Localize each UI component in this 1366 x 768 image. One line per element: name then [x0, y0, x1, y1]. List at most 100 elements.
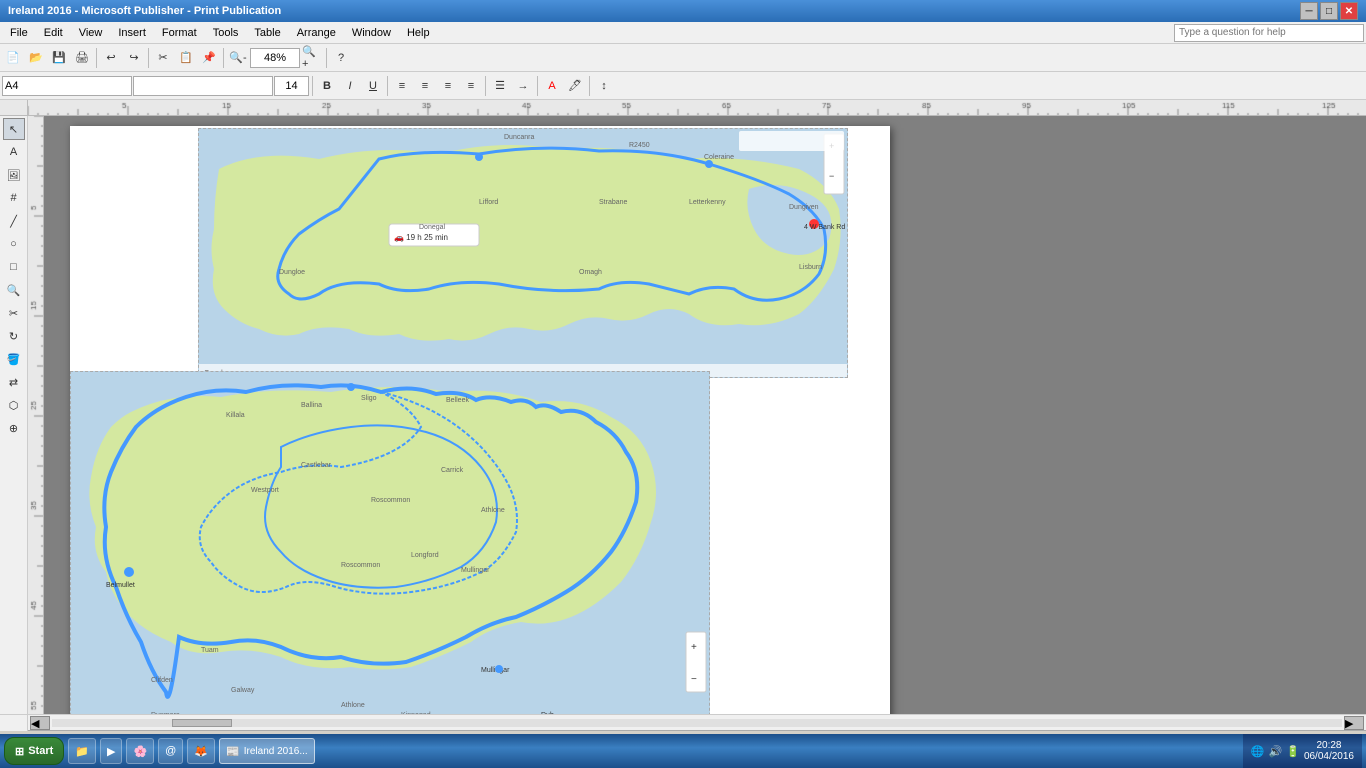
zoom-input[interactable]: 48% [250, 48, 300, 68]
taskbar-publisher-active[interactable]: 📰 Ireland 2016... [219, 738, 315, 764]
taskbar-media[interactable]: ▶ [100, 738, 122, 764]
h-scroll-left[interactable]: ◀ [30, 716, 50, 730]
fill-tool[interactable]: 🪣 [3, 348, 25, 370]
svg-text:Dungiven: Dungiven [789, 204, 819, 211]
redo-btn[interactable]: ↪ [123, 47, 145, 69]
print-btn[interactable]: 🖨 [71, 47, 93, 69]
open-btn[interactable]: 📂 [25, 47, 47, 69]
indent-btn[interactable]: → [512, 75, 534, 97]
underline-btn[interactable]: U [362, 75, 384, 97]
h-scroll-thumb[interactable] [172, 719, 232, 727]
help-btn[interactable]: ? [330, 47, 352, 69]
media-icon: ▶ [107, 745, 115, 758]
highlight-btn[interactable]: 🖊 [564, 75, 586, 97]
menu-table[interactable]: Table [246, 25, 288, 41]
h-scrollbar[interactable]: ◀ ▶ [0, 714, 1366, 730]
sep3 [223, 48, 224, 68]
svg-text:Coleraine: Coleraine [704, 154, 734, 161]
zoom-out-btn[interactable]: 🔍- [227, 47, 249, 69]
title-bar: Ireland 2016 - Microsoft Publisher - Pri… [0, 0, 1366, 22]
align-center-btn[interactable]: ≡ [414, 75, 436, 97]
svg-text:Killala: Killala [226, 412, 245, 419]
map-upper[interactable]: 🚗 19 h 25 min + − R2450 Letterkenny Dung… [198, 128, 848, 378]
svg-text:Duncanra: Duncanra [504, 134, 534, 141]
svg-text:Letterkenny: Letterkenny [689, 199, 726, 206]
canvas-area[interactable]: 🚗 19 h 25 min + − R2450 Letterkenny Dung… [44, 116, 1366, 714]
menu-arrange[interactable]: Arrange [289, 25, 344, 41]
line-spacing-btn[interactable]: ↕ [593, 75, 615, 97]
zoom-in-btn[interactable]: 🔍+ [301, 47, 323, 69]
h-scroll-track[interactable]: ◀ ▶ [28, 715, 1366, 730]
cut-btn[interactable]: ✂ [152, 47, 174, 69]
menu-window[interactable]: Window [344, 25, 399, 41]
taskbar-firefox[interactable]: 🦊 [187, 738, 215, 764]
font-selector[interactable] [2, 76, 132, 96]
line-tool[interactable]: ╱ [3, 210, 25, 232]
left-toolbar: ↖ A 🖼 # ╱ ○ □ 🔍 ✂ ↻ 🪣 ⇄ ⬡ ⊕ [0, 116, 28, 714]
maximize-button[interactable]: □ [1320, 2, 1338, 20]
menu-tools[interactable]: Tools [205, 25, 247, 41]
align-left-btn[interactable]: ≡ [391, 75, 413, 97]
rect-tool[interactable]: □ [3, 256, 25, 278]
start-button[interactable]: ⊞ Start [4, 737, 64, 765]
svg-text:Belmullet: Belmullet [106, 582, 135, 589]
minimize-button[interactable]: ─ [1300, 2, 1318, 20]
hotspot-tool[interactable]: ⊕ [3, 417, 25, 439]
save-btn[interactable]: 💾 [48, 47, 70, 69]
copy-btn[interactable]: 📋 [175, 47, 197, 69]
taskbar-aol[interactable]: @ [158, 738, 183, 764]
text-tool[interactable]: A [3, 141, 25, 163]
taskbar-picasa[interactable]: 🌸 [126, 738, 154, 764]
font-color-btn[interactable]: A [541, 75, 563, 97]
table-tool[interactable]: # [3, 187, 25, 209]
list-btn[interactable]: ☰ [489, 75, 511, 97]
style-selector[interactable] [133, 76, 273, 96]
svg-text:Dub: Dub [541, 712, 554, 714]
select-tool[interactable]: ↖ [3, 118, 25, 140]
svg-text:Roscommon: Roscommon [371, 497, 410, 504]
map-lower[interactable]: Belmullet Killala Ballina Sligo Belleek … [70, 371, 710, 714]
svg-text:Omagh: Omagh [579, 269, 602, 276]
svg-text:+: + [691, 642, 697, 653]
title-text: Ireland 2016 - Microsoft Publisher - Pri… [8, 5, 281, 17]
svg-text:Dunmore: Dunmore [151, 712, 180, 714]
svg-text:R2450: R2450 [629, 142, 650, 149]
menu-view[interactable]: View [71, 25, 111, 41]
connect-tool[interactable]: ⇄ [3, 371, 25, 393]
menu-format[interactable]: Format [154, 25, 205, 41]
taskbar-explorer[interactable]: 📁 [68, 738, 96, 764]
taskbar: ⊞ Start 📁 ▶ 🌸 @ 🦊 📰 Ireland 2016... 🌐 🔊 … [0, 734, 1366, 768]
explorer-icon: 📁 [75, 745, 89, 758]
fsep1 [312, 76, 313, 96]
h-scroll-right[interactable]: ▶ [1344, 716, 1364, 730]
help-search-input[interactable] [1174, 24, 1364, 42]
svg-text:−: − [829, 171, 834, 181]
network-icon: 🌐 [1251, 745, 1265, 758]
bold-btn[interactable]: B [316, 75, 338, 97]
sep4 [326, 48, 327, 68]
help-search-area [1174, 24, 1364, 42]
h-scroll-area[interactable] [52, 719, 1342, 727]
picture-tool[interactable]: 🖼 [3, 164, 25, 186]
oval-tool[interactable]: ○ [3, 233, 25, 255]
menu-insert[interactable]: Insert [110, 25, 154, 41]
size-input[interactable] [274, 76, 309, 96]
fsep3 [485, 76, 486, 96]
new-btn[interactable]: 📄 [2, 47, 24, 69]
custom-shape-tool[interactable]: ⬡ [3, 394, 25, 416]
svg-text:Westport: Westport [251, 487, 279, 494]
rotate-tool[interactable]: ↻ [3, 325, 25, 347]
paste-btn[interactable]: 📌 [198, 47, 220, 69]
align-right-btn[interactable]: ≡ [437, 75, 459, 97]
align-justify-btn[interactable]: ≡ [460, 75, 482, 97]
menu-file[interactable]: File [2, 25, 36, 41]
zoom-tool[interactable]: 🔍 [3, 279, 25, 301]
menu-help[interactable]: Help [399, 25, 438, 41]
undo-btn[interactable]: ↩ [100, 47, 122, 69]
italic-btn[interactable]: I [339, 75, 361, 97]
date-display: 06/04/2016 [1304, 751, 1354, 762]
close-button[interactable]: ✕ [1340, 2, 1358, 20]
crop-tool[interactable]: ✂ [3, 302, 25, 324]
menu-edit[interactable]: Edit [36, 25, 71, 41]
svg-text:Carrick: Carrick [441, 467, 464, 474]
